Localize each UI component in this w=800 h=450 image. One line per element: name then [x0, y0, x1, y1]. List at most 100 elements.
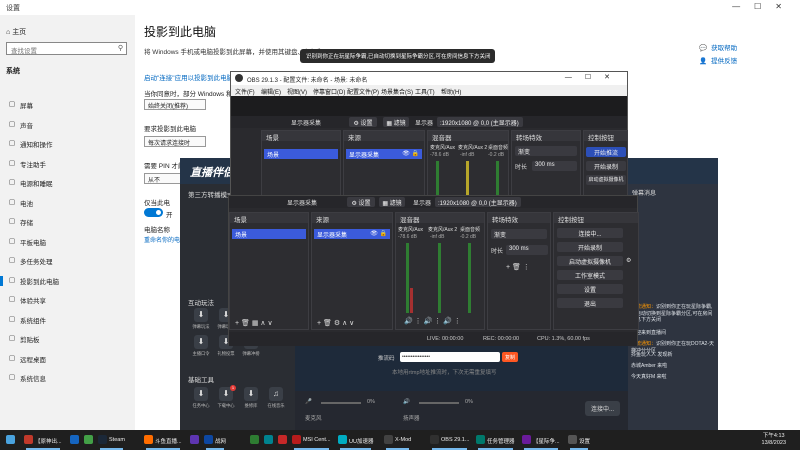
- speaker-icon: ▢: [8, 120, 16, 128]
- studio-mode-button[interactable]: 工作室模式: [557, 270, 623, 280]
- start-stream-button[interactable]: 开始推流: [586, 147, 626, 157]
- transition-controls[interactable]: + 🗑 ⋮: [506, 263, 530, 271]
- scene-item[interactable]: 场景: [232, 229, 306, 239]
- source-item[interactable]: 显示器采集 👁 🔒: [346, 149, 422, 159]
- launch-connect-link[interactable]: 启动"连接"应用以投影到此电脑: [144, 72, 233, 82]
- taskbar-app[interactable]: 设置: [568, 430, 590, 450]
- obs-menu-item[interactable]: 编辑(E): [261, 87, 281, 96]
- obs-menu-item[interactable]: 视图(V): [287, 87, 307, 96]
- sidebar-item[interactable]: ▢ 存储: [0, 214, 135, 230]
- sidebar-item[interactable]: ▢ 电源和睡眠: [0, 175, 135, 191]
- taskbar-app[interactable]: 任务管理器: [476, 430, 515, 450]
- transition-select[interactable]: 渐变: [491, 229, 547, 239]
- obs-menu-item[interactable]: 配置文件(P): [347, 87, 379, 96]
- eye-icon[interactable]: 👁 🔒: [370, 230, 387, 237]
- sidebar-item[interactable]: ▢ 远程桌面: [0, 351, 135, 367]
- base-tool[interactable]: ♫ 在线音乐: [265, 387, 287, 409]
- source-item[interactable]: 显示器采集 👁 🔒: [314, 229, 390, 239]
- obs-menu-item[interactable]: 文件(F): [235, 87, 255, 96]
- availability-dropdown[interactable]: 始终关闭(推荐): [144, 99, 206, 110]
- base-tool[interactable]: ⬇ 维修库: [240, 387, 262, 409]
- exit-button[interactable]: 退出: [557, 298, 623, 308]
- system-clock[interactable]: 下午4:13 13/8/2023: [762, 433, 786, 447]
- taskbar-app[interactable]: Steam: [98, 430, 125, 450]
- mixer-mute-controls[interactable]: 🔊 ⋮ 🔊 ⋮ 🔊 ⋮: [404, 317, 461, 325]
- taskbar-app[interactable]: 战网: [204, 430, 226, 450]
- taskbar-app[interactable]: [70, 430, 81, 450]
- sidebar-item[interactable]: ▢ 系统组件: [0, 312, 135, 328]
- mic-icon[interactable]: 🎤: [305, 399, 312, 405]
- sidebar-item[interactable]: ▢ 通知和操作: [0, 136, 135, 152]
- window-controls[interactable]: —☐✕: [732, 2, 796, 11]
- speaker-label: 扬声器: [403, 416, 420, 422]
- display-select[interactable]: :1920x1080 @ 0,0 (主显示器): [437, 117, 523, 127]
- sidebar-item[interactable]: ▢ 剪贴板: [0, 331, 135, 347]
- source-controls[interactable]: + 🗑 ⚙ ∧ ∨: [317, 319, 354, 327]
- duration-input[interactable]: 300 ms: [532, 161, 577, 171]
- virtual-camera-button[interactable]: 启动虚拟摄像机: [586, 175, 626, 185]
- mic-volume-slider[interactable]: [321, 402, 361, 404]
- obs-menu-item[interactable]: 停靠窗口(D): [313, 87, 345, 96]
- sidebar-item-label: 剪贴板: [20, 337, 40, 344]
- sidebar-item[interactable]: ▢ 声音: [0, 117, 135, 133]
- interact-tool[interactable]: ⬇ 弹幕玩法: [190, 308, 212, 330]
- taskbar-app[interactable]: MSI Cent...: [292, 430, 331, 450]
- copy-rtmp-button[interactable]: 复制: [502, 352, 518, 362]
- app-icon: [70, 435, 79, 444]
- taskbar-app[interactable]: OBS 29.1...: [430, 430, 469, 450]
- interact-tool[interactable]: ⬇ 主播口令: [190, 335, 212, 357]
- sidebar-item[interactable]: ▢ 投影到此电脑: [0, 273, 135, 289]
- properties-button[interactable]: ⚙ 设置: [349, 117, 377, 127]
- properties-button[interactable]: ⚙ 设置: [347, 197, 375, 207]
- sidebar-item[interactable]: ▢ 体验共享: [0, 292, 135, 308]
- sidebar-item[interactable]: ▢ 多任务处理: [0, 253, 135, 269]
- taskbar-app[interactable]: 斗鱼直播...: [144, 430, 182, 450]
- sidebar-item[interactable]: ▢ 系统信息: [0, 370, 135, 386]
- start-button[interactable]: [6, 430, 17, 450]
- taskbar-app[interactable]: 【原神出...: [24, 430, 62, 450]
- power-only-toggle[interactable]: [144, 208, 163, 217]
- taskbar-app[interactable]: [278, 430, 289, 450]
- sidebar-item[interactable]: ▢ 平板电脑: [0, 234, 135, 250]
- obs-menu-item[interactable]: 帮助(H): [441, 87, 461, 96]
- feedback-link[interactable]: 👤 提供反馈: [699, 55, 737, 65]
- taskbar-app[interactable]: [190, 430, 201, 450]
- scene-controls[interactable]: + 🗑 ▦ ∧ ∨: [235, 319, 273, 327]
- taskbar-app[interactable]: UU加速器: [338, 430, 373, 450]
- gear-icon: ⚙: [353, 121, 359, 127]
- base-tool[interactable]: ⬇ 任务中心: [190, 387, 212, 409]
- start-record-button[interactable]: 开始录制: [557, 242, 623, 252]
- connecting-button[interactable]: 连接中...: [557, 228, 623, 238]
- duration-input[interactable]: 300 ms: [506, 245, 548, 255]
- obs-window-controls[interactable]: —☐✕: [565, 73, 623, 81]
- virtual-camera-settings-icon[interactable]: ⚙: [626, 257, 631, 264]
- display-select[interactable]: :1920x1080 @ 0,0 (主显示器): [435, 197, 521, 207]
- sidebar-item[interactable]: ▢ 电池: [0, 195, 135, 211]
- virtual-camera-button[interactable]: 启动虚拟摄像机: [557, 256, 623, 266]
- transition-select[interactable]: 渐变: [515, 146, 577, 156]
- taskbar-app[interactable]: X-Mod: [384, 430, 411, 450]
- search-input[interactable]: 查找设置 ⚲: [6, 42, 127, 55]
- settings-button[interactable]: 设置: [557, 284, 623, 294]
- sidebar-item[interactable]: ▢ 屏幕: [0, 97, 135, 113]
- taskbar-app[interactable]: [84, 430, 95, 450]
- eye-icon[interactable]: 👁 🔒: [402, 150, 419, 157]
- sidebar-home[interactable]: ⌂ 主页: [6, 27, 26, 37]
- taskbar-app[interactable]: 【星际争...: [522, 430, 560, 450]
- speaker-icon[interactable]: 🔊: [403, 399, 410, 405]
- connect-button[interactable]: 连接中...: [585, 401, 621, 416]
- obs-menu-item[interactable]: 工具(T): [415, 87, 435, 96]
- filters-button[interactable]: ▦ 滤镜: [379, 197, 405, 207]
- speaker-volume-slider[interactable]: [419, 402, 459, 404]
- base-tool[interactable]: ⬇ 1 下载中心: [215, 385, 237, 409]
- taskbar-app[interactable]: [264, 430, 275, 450]
- taskbar-app[interactable]: [250, 430, 261, 450]
- get-help-link[interactable]: 💬 获取帮助: [699, 42, 737, 52]
- ask-dropdown[interactable]: 每次请求连接时: [144, 136, 206, 147]
- rtmp-key-field[interactable]: ••••••••••••••••: [400, 352, 500, 362]
- sidebar-item[interactable]: ▢ 专注助手: [0, 156, 135, 172]
- filters-button[interactable]: ▦ 滤镜: [383, 117, 409, 127]
- start-record-button[interactable]: 开始录制: [586, 161, 626, 171]
- obs-menu-item[interactable]: 场景集合(S): [381, 87, 413, 96]
- scene-item[interactable]: 场景: [264, 149, 338, 159]
